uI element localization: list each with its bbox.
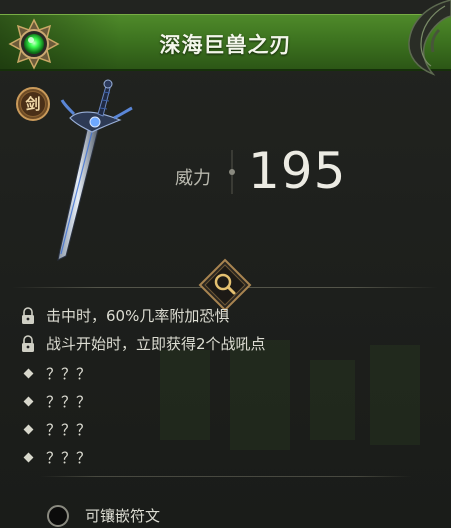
diamond-bullet-icon (23, 424, 34, 435)
diamond-bullet-icon (23, 396, 34, 407)
attribute-text: ？？？ (46, 393, 92, 411)
rune-socket-label: 可镶嵌符文 (85, 507, 161, 525)
power-label: 威力 (175, 168, 211, 189)
diamond-bullet-icon (23, 452, 34, 463)
horn-ornament-icon (408, 0, 451, 76)
rune-divider (40, 476, 412, 477)
sword-icon (57, 79, 133, 261)
attribute-text: ？？？ (46, 449, 92, 467)
power-value: 195 (248, 142, 347, 200)
lock-icon (22, 307, 34, 324)
lock-icon (22, 335, 34, 352)
green-gem-icon (8, 18, 60, 70)
diamond-bullet-icon (23, 368, 34, 379)
attribute-text: ？？？ (46, 365, 92, 383)
power-separator-icon (229, 150, 235, 194)
item-tooltip-panel: 深海巨兽之刃 剑 威力 195 击中时，60%几率附加恐惧 战斗开始时，立即获得… (0, 0, 451, 528)
attribute-text: 战斗开始时，立即获得2个战吼点 (46, 335, 266, 353)
inspect-magnifier-icon[interactable] (198, 258, 252, 312)
attribute-text: ？？？ (46, 421, 92, 439)
attribute-text: 击中时，60%几率附加恐惧 (46, 307, 230, 325)
rune-socket-icon[interactable] (47, 505, 69, 527)
